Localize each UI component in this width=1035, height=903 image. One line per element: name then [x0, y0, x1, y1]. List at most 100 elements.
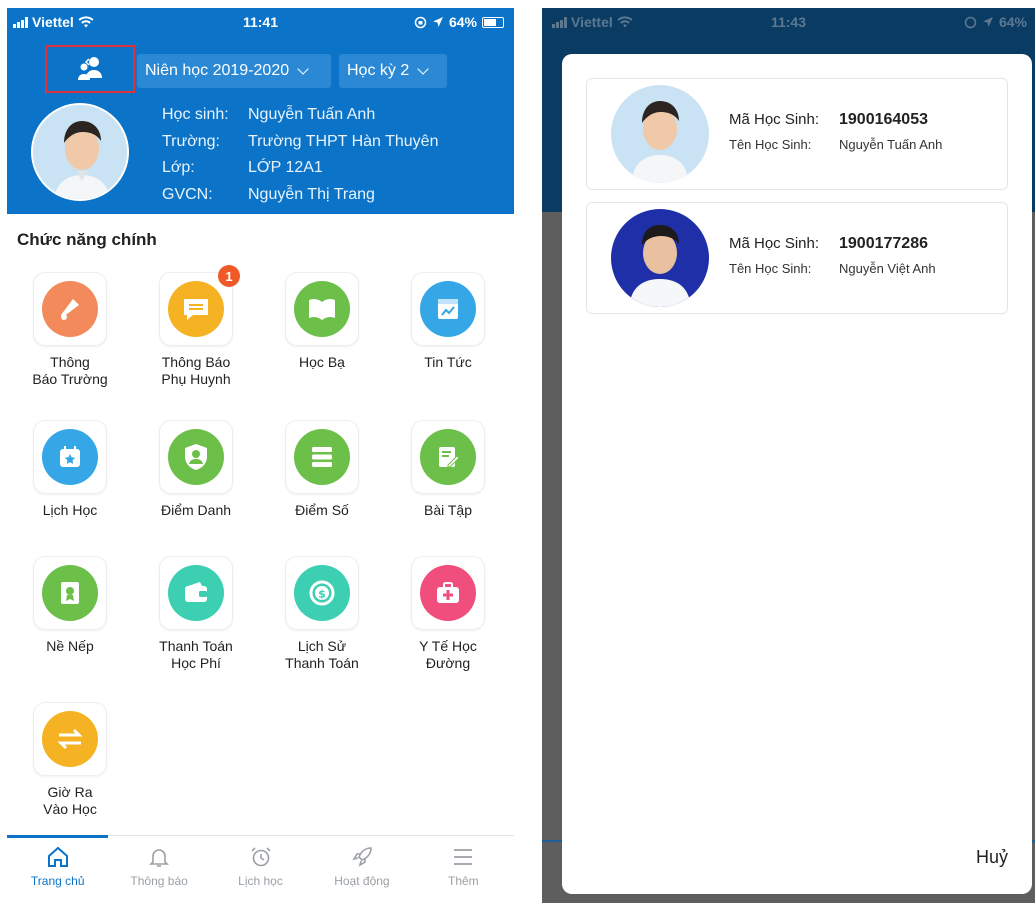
switch-student-button[interactable]	[45, 45, 135, 93]
student-details: Mã Học Sinh: 1900164053 Tên Học Sinh: Ng…	[729, 111, 942, 152]
bell-icon	[149, 849, 170, 867]
notification-badge: 1	[218, 265, 240, 287]
tab-notifications[interactable]: Thông báo	[108, 836, 209, 898]
student-name-value: Nguyễn Tuấn Anh	[839, 137, 943, 152]
tab-activities[interactable]: Hoạt động	[311, 836, 412, 898]
student-id-value: 1900164053	[839, 111, 928, 128]
tile-school-notice[interactable]: Thông Báo Trường	[7, 272, 133, 388]
tile-school-health[interactable]: Y Tế Học Đường	[385, 556, 511, 672]
clock: 11:43	[770, 14, 807, 30]
status-right: 64%	[414, 14, 504, 30]
info-value: Trường THPT Hàn Thuyên	[248, 132, 439, 150]
student-id-value: 1900177286	[839, 235, 928, 252]
info-label: Học sinh:	[162, 106, 229, 123]
tile-icon-box	[411, 556, 485, 630]
info-value: Nguyễn Thị Trang	[248, 185, 375, 203]
tile-label: Y Tế Học Đường	[419, 638, 477, 671]
tile-parent-notice[interactable]: 1 Thông Báo Phụ Huynh	[133, 265, 259, 388]
calendar-icon	[42, 429, 98, 485]
student-id-label: Mã Học Sinh:	[729, 111, 820, 128]
tile-tuition-payment[interactable]: Thanh Toán Học Phí	[133, 556, 259, 672]
info-label: Trường:	[162, 132, 220, 150]
section-title: Chức năng chính	[17, 230, 157, 249]
tile-icon-box	[33, 272, 107, 346]
student-name-label: Tên Học Sinh:	[729, 137, 812, 152]
student-name-row: Tên Học Sinh: Nguyễn Việt Anh	[729, 261, 936, 276]
tile-icon-box	[285, 272, 359, 346]
certificate-icon	[42, 565, 98, 621]
tile-icon-box	[159, 556, 233, 630]
student-avatar	[611, 209, 709, 307]
student-id-row: Mã Học Sinh: 1900164053	[729, 111, 942, 129]
tab-label: Trang chủ	[30, 874, 85, 888]
school-year-dropdown[interactable]: Niên học 2019-2020	[137, 54, 331, 88]
chevron-down-icon	[297, 63, 309, 75]
info-row-teacher: GVCN: Nguyễn Thị Trang	[162, 182, 438, 209]
location-icon	[432, 17, 443, 27]
tile-label: Tin Tức	[424, 354, 472, 370]
tab-label: Thông báo	[130, 874, 188, 888]
home-icon	[47, 846, 68, 867]
student-name-label: Tên Học Sinh:	[729, 261, 812, 276]
battery-percent: 64%	[448, 14, 477, 30]
student-id-label: Mã Học Sinh:	[729, 235, 820, 252]
tab-home[interactable]: Trang chủ	[7, 835, 109, 898]
info-row-school: Trường: Trường THPT Hàn Thuyên	[162, 129, 438, 156]
edit-icon	[420, 429, 476, 485]
megaphone-icon	[42, 281, 98, 337]
tab-label: Lịch học	[238, 874, 283, 888]
chat-icon	[168, 281, 224, 337]
tile-payment-history[interactable]: $ Lịch Sử Thanh Toán	[259, 556, 385, 672]
tile-icon-box	[33, 420, 107, 494]
location-icon	[982, 17, 993, 27]
tile-label: Thanh Toán Học Phí	[159, 638, 233, 671]
tile-label: Lịch Học	[42, 502, 98, 518]
student-avatar[interactable]	[31, 103, 129, 201]
tile-grades[interactable]: Điểm Số	[259, 420, 385, 519]
tile-icon-box: $	[285, 556, 359, 630]
student-photo	[33, 105, 127, 199]
switch-user-icon	[78, 57, 102, 80]
tab-label: Hoạt động	[334, 874, 390, 888]
news-icon	[420, 281, 476, 337]
tile-homework[interactable]: Bài Tập	[385, 420, 511, 519]
school-year-value: Niên học 2019-2020	[145, 62, 290, 79]
tile-discipline[interactable]: Nề Nếp	[7, 556, 133, 655]
tile-label: Thông Báo Trường	[32, 354, 108, 387]
shield-user-icon	[168, 429, 224, 485]
tile-check-in-out[interactable]: Giờ Ra Vào Học	[7, 702, 133, 818]
info-value: LỚP 12A1	[248, 159, 323, 176]
student-card[interactable]: Mã Học Sinh: 1900164053 Tên Học Sinh: Ng…	[586, 78, 1008, 190]
tile-news[interactable]: Tin Tức	[385, 272, 511, 371]
tile-icon-box	[285, 420, 359, 494]
tile-transcript[interactable]: Học Bạ	[259, 272, 385, 371]
tile-label: Điểm Số	[295, 502, 349, 518]
tab-more[interactable]: Thêm	[413, 836, 514, 898]
tile-label: Điểm Danh	[160, 502, 232, 518]
stack-icon	[294, 429, 350, 485]
tile-label: Giờ Ra Vào Học	[43, 784, 97, 817]
tile-icon-box: 1	[159, 265, 240, 346]
student-avatar	[611, 85, 709, 183]
student-name-row: Tên Học Sinh: Nguyễn Tuấn Anh	[729, 137, 942, 152]
tile-attendance[interactable]: Điểm Danh	[133, 420, 259, 519]
chevron-down-icon	[417, 63, 429, 75]
cancel-button[interactable]: Huỷ	[976, 847, 1008, 868]
medical-kit-icon	[420, 565, 476, 621]
info-label: Lớp:	[162, 159, 195, 176]
home-screen: Viettel 11:41 64% Niên học 2019-2020 Học…	[7, 8, 514, 898]
student-photo	[611, 209, 709, 307]
tile-icon-box	[159, 420, 233, 494]
tile-schedule[interactable]: Lịch Học	[7, 420, 133, 519]
student-id-row: Mã Học Sinh: 1900177286	[729, 235, 936, 253]
term-dropdown[interactable]: Học kỳ 2	[339, 54, 447, 88]
tile-icon-box	[33, 702, 107, 776]
student-name-value: Nguyễn Việt Anh	[839, 261, 936, 276]
student-card[interactable]: Mã Học Sinh: 1900177286 Tên Học Sinh: Ng…	[586, 202, 1008, 314]
swap-arrows-icon	[42, 711, 98, 767]
student-photo	[611, 85, 709, 183]
svg-text:$: $	[318, 588, 326, 601]
student-details: Mã Học Sinh: 1900177286 Tên Học Sinh: Ng…	[729, 235, 936, 276]
tab-schedule[interactable]: Lịch học	[210, 836, 311, 898]
alarm-clock-icon	[250, 847, 271, 867]
